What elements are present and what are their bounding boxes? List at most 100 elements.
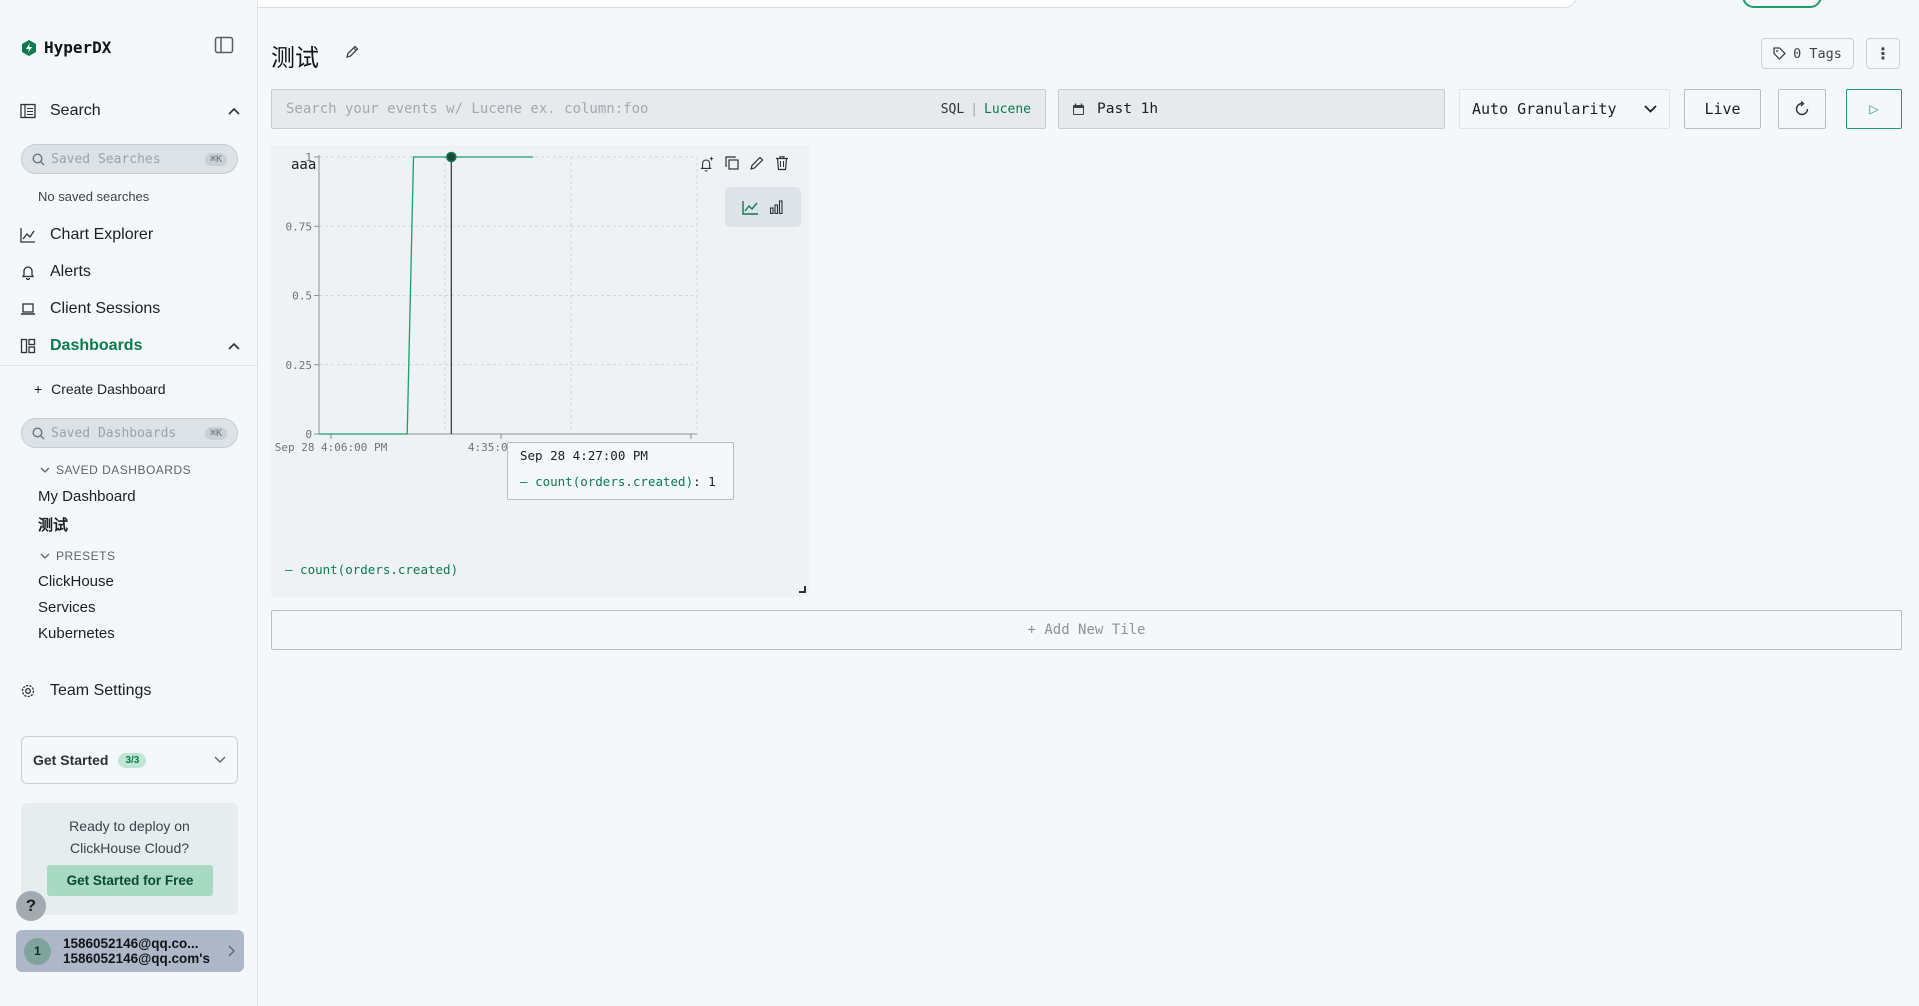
- top-action-pill[interactable]: [1742, 0, 1822, 8]
- saved-dashboards-placeholder: Saved Dashboards: [51, 425, 177, 441]
- nav-team-settings[interactable]: Team Settings: [20, 682, 240, 700]
- more-icon: ⋮: [1875, 45, 1891, 63]
- hyperdx-logo-icon: [22, 39, 36, 56]
- bar-chart-icon[interactable]: [769, 200, 784, 214]
- nav-client-sessions-label: Client Sessions: [50, 300, 161, 317]
- tag-icon: [1773, 47, 1787, 60]
- deploy-card: Ready to deploy on ClickHouse Cloud? Get…: [21, 803, 238, 915]
- nav-chart-explorer-label: Chart Explorer: [50, 226, 154, 243]
- saved-dashboards-heading: SAVED DASHBOARDS: [56, 463, 192, 477]
- user-email: 1586052146@qq.co...: [63, 936, 199, 951]
- create-dashboard-button[interactable]: + Create Dashboard: [34, 381, 165, 397]
- saved-searches-placeholder: Saved Searches: [51, 151, 161, 167]
- nav-client-sessions[interactable]: Client Sessions: [20, 300, 240, 318]
- deploy-text-line1: Ready to deploy on: [69, 818, 190, 834]
- live-button[interactable]: Live: [1684, 89, 1761, 129]
- granularity-select[interactable]: Auto Granularity: [1459, 89, 1670, 129]
- line-chart-icon[interactable]: [742, 200, 759, 215]
- chart-type-toggle[interactable]: [725, 187, 801, 227]
- no-saved-searches-text: No saved searches: [38, 189, 150, 204]
- query-language-switch[interactable]: SQL | Lucene: [941, 102, 1031, 117]
- highlight-point: [446, 151, 457, 163]
- more-options-button[interactable]: ⋮: [1866, 38, 1900, 69]
- y-tick-label: 1: [305, 151, 312, 164]
- chevron-up-icon[interactable]: [228, 342, 240, 350]
- play-icon: ▷: [1869, 102, 1879, 116]
- chevron-down-icon: [214, 756, 226, 763]
- nav-dashboards[interactable]: Dashboards: [20, 337, 240, 355]
- get-started-dropdown[interactable]: Get Started 3/3: [21, 736, 238, 784]
- nav-chart-explorer[interactable]: Chart Explorer: [20, 226, 240, 244]
- nav-alerts[interactable]: Alerts: [20, 263, 240, 281]
- tooltip-series-name: count(orders.created): [535, 474, 694, 489]
- presets-section[interactable]: PRESETS: [40, 549, 116, 563]
- lang-separator: |: [970, 101, 979, 117]
- chart-tile[interactable]: aaa 0 0.25 0.5 0.75 1 Sep 28 4:06:00 PM 4:35:0…: [271, 145, 809, 597]
- line-chart-icon: [20, 228, 35, 243]
- brand-name: HyperDX: [44, 38, 112, 57]
- get-started-free-button[interactable]: Get Started for Free: [47, 865, 213, 896]
- search-icon: [32, 152, 45, 165]
- presets-heading: PRESETS: [56, 549, 116, 563]
- saved-dashboards-section[interactable]: SAVED DASHBOARDS: [40, 463, 191, 477]
- sidebar: HyperDX Search Saved Searches ⌘K No save…: [0, 0, 258, 1006]
- saved-dashboards-input[interactable]: Saved Dashboards ⌘K: [21, 418, 238, 448]
- add-new-tile-button[interactable]: + Add New Tile: [271, 610, 1902, 650]
- help-button[interactable]: ?: [16, 891, 46, 921]
- tags-label: 0 Tags: [1793, 45, 1842, 62]
- nav-search-label: Search: [50, 102, 101, 119]
- deploy-text: Ready to deploy on ClickHouse Cloud?: [21, 815, 238, 859]
- saved-searches-input[interactable]: Saved Searches ⌘K: [21, 144, 238, 174]
- run-query-button[interactable]: ▷: [1846, 89, 1902, 129]
- user-team: 1586052146@qq.com's: [63, 951, 210, 966]
- tooltip-series-row: — count(orders.created): 1: [520, 474, 716, 489]
- nav-team-settings-label: Team Settings: [50, 682, 152, 699]
- sidebar-collapse-icon[interactable]: [214, 36, 236, 58]
- create-dashboard-label: Create Dashboard: [51, 381, 166, 397]
- page-title: 测试: [271, 45, 319, 72]
- laptop-icon: [21, 303, 35, 315]
- resize-handle[interactable]: [799, 586, 806, 593]
- lang-lucene-option[interactable]: Lucene: [984, 102, 1031, 117]
- y-tick-label: 0: [305, 428, 312, 441]
- top-search-strip: [158, 0, 1578, 8]
- calendar-icon: [1073, 103, 1084, 115]
- shortcut-badge: ⌘K: [204, 152, 227, 166]
- chevron-down-icon: [40, 467, 50, 473]
- preset-link-kubernetes[interactable]: Kubernetes: [38, 625, 115, 642]
- dashboard-link-active[interactable]: 测试: [38, 514, 68, 535]
- tooltip-value: 1: [708, 474, 716, 489]
- dashboard-link-my-dashboard[interactable]: My Dashboard: [38, 488, 136, 505]
- chart-tooltip: Sep 28 4:27:00 PM — count(orders.created…: [507, 442, 734, 500]
- tags-button[interactable]: 0 Tags: [1761, 38, 1854, 69]
- preset-link-clickhouse[interactable]: ClickHouse: [38, 573, 114, 590]
- search-query-input[interactable]: Search your events w/ Lucene ex. column:…: [271, 89, 1046, 129]
- search-icon: [32, 426, 45, 439]
- time-range-picker[interactable]: Past 1h: [1058, 89, 1445, 129]
- lang-sql-option[interactable]: SQL: [941, 102, 964, 117]
- bell-icon: [21, 266, 35, 280]
- gear-icon: [21, 684, 35, 698]
- plus-icon: +: [34, 381, 43, 397]
- chevron-down-icon: [40, 553, 50, 559]
- user-menu[interactable]: 1 1586052146@qq.co... 1586052146@qq.com'…: [16, 930, 244, 972]
- brand[interactable]: HyperDX: [22, 38, 111, 57]
- chevron-up-icon[interactable]: [228, 107, 240, 115]
- time-range-value: Past 1h: [1097, 101, 1159, 117]
- preset-link-services[interactable]: Services: [38, 599, 96, 616]
- y-tick-label: 0.25: [286, 359, 313, 372]
- dashboard-icon: [20, 338, 36, 354]
- nav-alerts-label: Alerts: [50, 263, 91, 280]
- chevron-down-icon: [1644, 105, 1657, 113]
- x-tick-label: Sep 28 4:06:00 PM: [275, 441, 388, 454]
- get-started-label: Get Started: [33, 752, 109, 768]
- tooltip-time: Sep 28 4:27:00 PM: [520, 448, 648, 463]
- edit-title-icon[interactable]: [345, 44, 360, 64]
- get-started-progress-badge: 3/3: [118, 752, 147, 768]
- chart-legend[interactable]: — count(orders.created): [285, 562, 458, 577]
- avatar: 1: [24, 937, 51, 965]
- nav-search[interactable]: Search: [20, 102, 240, 120]
- refresh-icon: [1795, 100, 1809, 116]
- refresh-button[interactable]: [1778, 89, 1826, 129]
- divider: [0, 365, 258, 366]
